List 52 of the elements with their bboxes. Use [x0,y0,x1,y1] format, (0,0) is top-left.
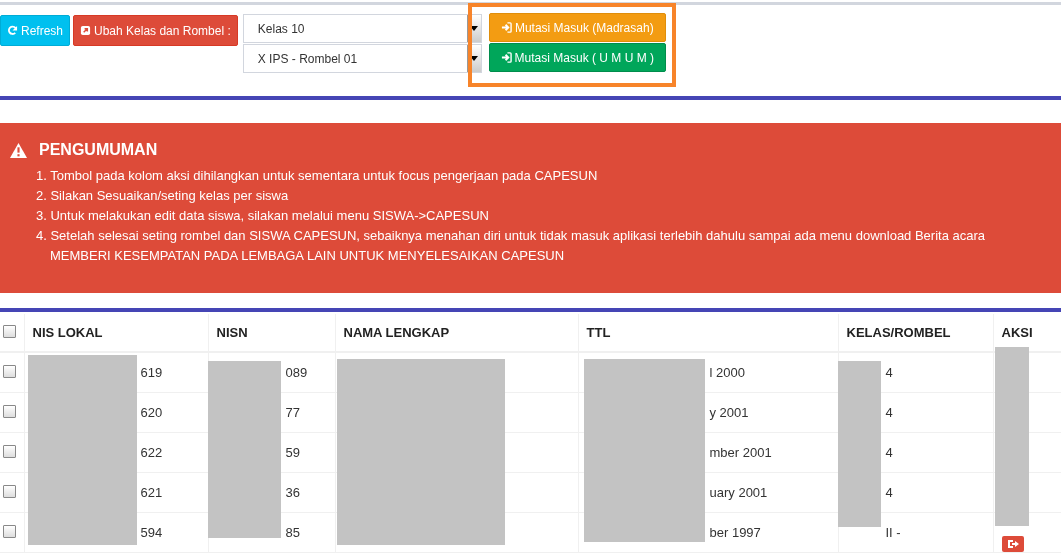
table-cell-text: 59 [284,445,300,460]
rombel-select[interactable]: X IPS - Rombel 01 [242,44,482,73]
row-checkbox[interactable] [3,484,16,498]
select-all-checkbox[interactable] [3,324,16,338]
column-header: TTL [578,314,838,352]
row-checkbox[interactable] [3,404,16,418]
table-cell-text: 4 [884,365,893,380]
table-cell-text: 4 [884,405,893,420]
refresh-button[interactable]: Refresh [0,15,71,46]
exit-icon [1006,539,1019,549]
warning-icon [10,142,27,158]
table-cell-text: 4 [884,445,893,460]
announcement-item: 1. Tombol pada kolom aksi dihilangkan untuk sementara untuk focus pengerjaan pada CAPESUN [36,167,599,185]
table-cell-text: 622 [139,445,163,460]
sign-in-icon [500,22,512,33]
table-cell-text: 619 [139,365,163,380]
table-cell-text: 4 [884,485,893,500]
table-cell-text: 089 [284,365,308,380]
table-cell-text: 77 [284,405,300,420]
table-cell-text: II - [884,525,901,540]
table-cell-text: 620 [139,405,163,420]
announcement-note: MEMBERI KESEMPATAN PADA LEMBAGA LAIN UNTUK MENYELESAIKAN CAPESUN [49,247,566,265]
row-checkbox[interactable] [3,524,16,538]
table-cell-text: 621 [139,485,163,500]
column-header: NISN [208,314,335,352]
table-cell-text: uary 2001 [708,485,768,500]
table-cell-text: 85 [284,525,300,540]
announcement-title: PENGUMUMAN [39,141,158,159]
table-cell-text: mber 2001 [708,445,772,460]
change-class-button[interactable]: Ubah Kelas dan Rombel : [73,15,238,46]
table-cell-text: ber 1997 [708,525,761,540]
table-cell-text: 36 [284,485,300,500]
table-cell-text: y 2001 [708,405,749,420]
dropdown-arrow-icon [470,56,479,61]
column-header: KELAS/ROMBEL [838,314,993,352]
announcement-item: 4. Setelah selesai seting rombel dan SISWA CAPESUN, sebaiknya menahan diri untuk tidak masuk aplikasi terlebih dahulu sampai ada menu download Berita acara [36,227,987,245]
sign-in-icon [500,52,512,63]
exit-button[interactable] [1001,536,1024,552]
table-cell-text: l 2000 [708,365,745,380]
table-cell-text: 594 [139,525,163,540]
refresh-icon [7,25,18,36]
external-link-icon [80,25,92,36]
announcement-item: 3. Untuk melakukan edit data siswa, silakan melalui menu SISWA->CAPESUN [36,207,490,225]
class-select[interactable]: Kelas 10 [242,14,482,43]
row-checkbox[interactable] [3,364,16,378]
transfer-in-button[interactable]: Mutasi Masuk (Madrasah) [488,13,666,42]
transfer-in-button[interactable]: Mutasi Masuk ( U M U M ) [488,43,666,72]
column-header: NAMA LENGKAP [335,314,578,352]
column-header: NIS LOKAL [24,314,208,352]
row-checkbox[interactable] [3,444,16,458]
dropdown-arrow-icon [470,26,479,31]
announcement-item: 2. Silakan Sesuaikan/seting kelas per siswa [36,187,290,205]
